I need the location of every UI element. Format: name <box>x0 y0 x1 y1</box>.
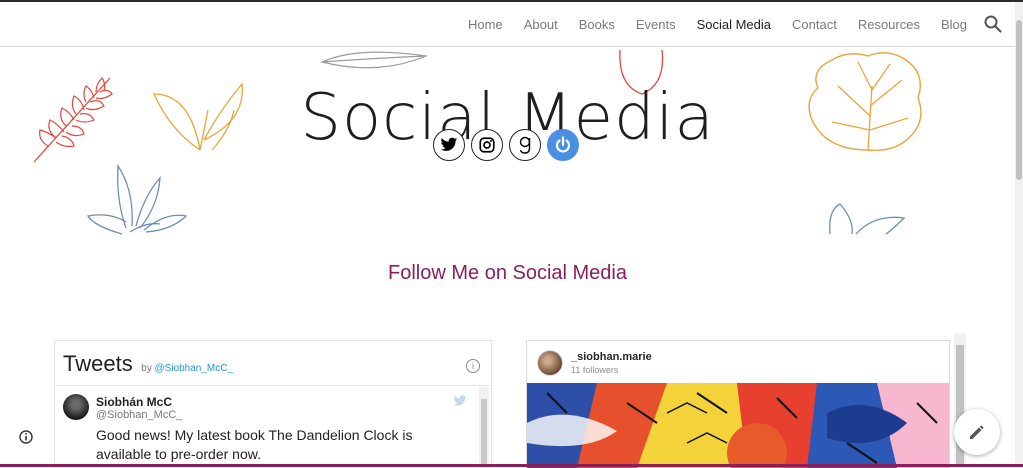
twitter-scrollbar-thumb[interactable] <box>481 399 487 467</box>
twitter-bird-icon[interactable] <box>453 395 467 407</box>
blog-power-icon[interactable] <box>547 129 579 161</box>
nav-social-media[interactable]: Social Media <box>697 17 771 32</box>
nav-events[interactable]: Events <box>636 17 676 32</box>
blue-leaf-decoration <box>86 164 188 235</box>
pencil-icon <box>970 425 984 439</box>
twitter-widget-byline: by @Siobhan_McC_ <box>141 363 233 374</box>
search-icon[interactable] <box>983 14 1003 34</box>
twitter-widget-title: Tweets <box>63 351 133 376</box>
twitter-widget-header: Tweets by @Siobhan_McC_ <box>63 351 233 377</box>
section-heading: Follow Me on Social Media <box>388 262 627 284</box>
instagram-icon[interactable] <box>471 129 503 161</box>
instagram-post-image[interactable] <box>527 383 949 468</box>
nav-blog[interactable]: Blog <box>941 17 967 32</box>
blue-sprout-decoration <box>829 203 906 235</box>
nav-resources[interactable]: Resources <box>858 17 920 32</box>
avatar[interactable] <box>63 394 89 420</box>
instagram-widget-frame: _siobhan.marie 11 followers <box>526 333 968 468</box>
instagram-followers: 11 followers <box>571 365 619 375</box>
nav-books[interactable]: Books <box>579 17 615 32</box>
instagram-username[interactable]: _siobhan.marie <box>571 351 652 363</box>
nav-about[interactable]: About <box>524 17 558 32</box>
site-header: Home About Books Events Social Media Con… <box>0 2 1015 47</box>
tweet-author-handle[interactable]: @Siobhan_McC_ <box>96 409 182 421</box>
twitter-icon[interactable] <box>433 129 465 161</box>
instagram-widget[interactable]: _siobhan.marie 11 followers <box>526 340 950 468</box>
twitter-scrollbar[interactable] <box>479 387 489 468</box>
info-icon[interactable] <box>19 430 33 444</box>
main-nav: Home About Books Events Social Media Con… <box>447 2 967 46</box>
nav-contact[interactable]: Contact <box>792 17 837 32</box>
page-scrollbar[interactable] <box>1015 2 1023 464</box>
info-icon[interactable]: i <box>466 359 480 373</box>
page-scrollbar-thumb[interactable] <box>1016 20 1022 180</box>
divider <box>55 385 491 386</box>
twitter-profile-link[interactable]: @Siobhan_McC_ <box>155 363 234 374</box>
social-icons-row <box>433 129 585 161</box>
goodreads-icon[interactable] <box>509 129 541 161</box>
tweet-text: Good news! My latest book The Dandelion … <box>96 427 413 462</box>
twitter-timeline-widget[interactable]: Tweets by @Siobhan_McC_ i Siobhán McC @S… <box>54 340 492 468</box>
instagram-avatar[interactable] <box>537 350 563 376</box>
tweet-author-name[interactable]: Siobhán McC <box>96 395 172 409</box>
twitter-by-text: by <box>141 363 152 374</box>
edit-button[interactable] <box>954 409 1000 455</box>
nav-home[interactable]: Home <box>468 17 503 32</box>
